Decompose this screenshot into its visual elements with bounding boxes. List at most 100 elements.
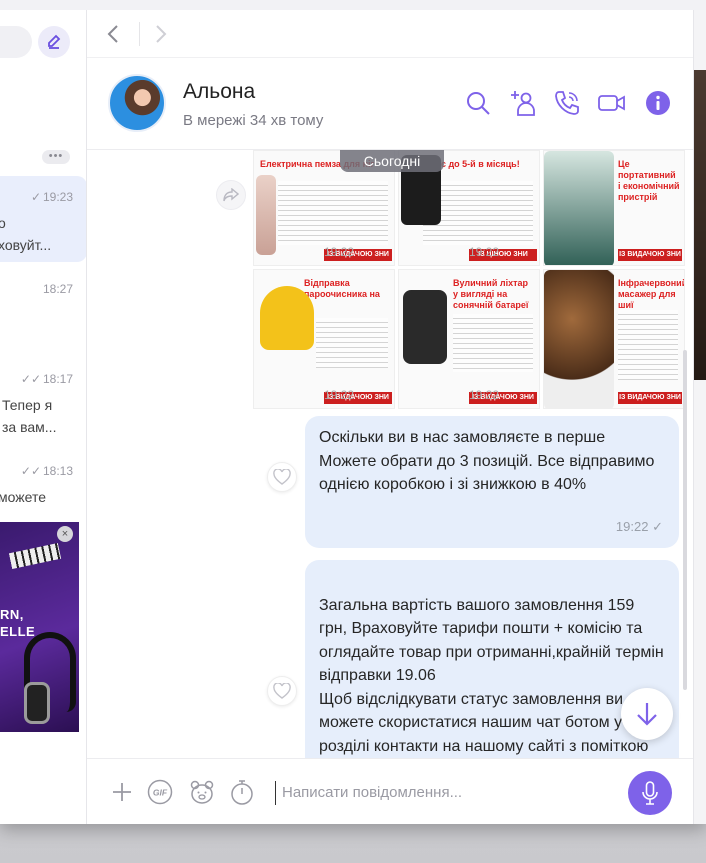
message-bubble[interactable]: Загальна вартість вашого замовлення 159 … xyxy=(305,560,679,758)
phone-icon xyxy=(555,91,579,115)
like-button[interactable] xyxy=(267,462,297,492)
chat-list-item[interactable]: ✓✓ 18:17 Тепер я за вам... xyxy=(0,360,86,446)
add-participant-button[interactable] xyxy=(508,88,538,118)
message-time-value: 19:22 xyxy=(615,518,649,534)
chat-list-item[interactable]: ✓ 19:23 о ховуйт... xyxy=(0,176,86,262)
heart-icon xyxy=(273,469,291,485)
chat-time: 19:23 xyxy=(42,190,73,204)
read-check-icon: ✓ xyxy=(30,190,41,204)
window-topbar xyxy=(0,0,706,10)
message-composer: GIF Написати повідомлення... xyxy=(87,758,693,824)
share-button[interactable] xyxy=(216,180,246,210)
tile-text-lines xyxy=(453,314,533,372)
image-tile[interactable]: Інфрачервоний масажер для шиї ІЗ ВИДАЧОЮ… xyxy=(543,269,685,409)
product-image xyxy=(260,286,314,350)
arrow-down-icon xyxy=(637,703,657,726)
timer-button[interactable] xyxy=(229,779,255,805)
image-time: 19:22 xyxy=(469,388,500,402)
search-button[interactable] xyxy=(463,88,493,118)
conversation-header: Альона В мережі 34 хв тому xyxy=(87,58,693,150)
tile-footer: ІЗ ВИДАЧОЮ ЗНИ xyxy=(618,392,682,404)
message-list[interactable]: Електрична пемза для ніг ІЗ ВИДАЧОЮ ЗНИ … xyxy=(87,150,693,758)
sticker-button[interactable] xyxy=(189,779,215,805)
close-icon[interactable]: × xyxy=(57,526,73,542)
edit-icon xyxy=(48,34,61,49)
side-photo xyxy=(694,70,706,380)
add-user-icon xyxy=(511,91,535,116)
message-time: 19:22 ✓ xyxy=(616,515,663,539)
info-button[interactable] xyxy=(643,88,673,118)
message-text: Оскільки ви в нас замовляєте в перше Мож… xyxy=(319,429,655,493)
side-panel-edge xyxy=(693,10,706,824)
tile-footer: ІЗ ВИДАЧОЮ ЗНИ xyxy=(618,249,682,261)
product-image xyxy=(544,270,614,408)
image-album[interactable]: Електрична пемза для ніг ІЗ ВИДАЧОЮ ЗНИ … xyxy=(253,150,685,409)
heart-icon xyxy=(273,683,291,699)
gif-icon: GIF xyxy=(147,779,173,805)
image-time: 19:22 xyxy=(324,388,355,402)
scrollbar[interactable] xyxy=(683,350,687,690)
tile-text-lines xyxy=(618,310,678,380)
tile-title: Це портативний і економічний пристрій xyxy=(618,159,680,202)
forward-button[interactable] xyxy=(149,22,173,46)
image-tile[interactable]: Вуличний ліхтар у вигляді на сонячній ба… xyxy=(398,269,540,409)
date-chip: Сьогодні xyxy=(340,150,444,172)
video-call-button[interactable] xyxy=(597,88,627,118)
tile-text-lines xyxy=(278,181,388,245)
more-button[interactable]: ••• xyxy=(42,150,70,164)
ad-banner[interactable]: RN, ELLE × xyxy=(0,522,79,732)
chat-time: 18:27 xyxy=(42,282,73,296)
chat-preview: можете xyxy=(0,489,46,505)
plus-icon xyxy=(113,783,131,801)
microphone-icon xyxy=(642,781,658,805)
read-check-icon: ✓✓ xyxy=(20,464,41,478)
read-check-icon: ✓✓ xyxy=(20,372,41,386)
voice-message-button[interactable] xyxy=(628,771,672,815)
info-icon xyxy=(646,91,670,115)
tile-title: Вуличний ліхтар у вигляді на сонячній ба… xyxy=(453,278,529,310)
chevron-right-icon xyxy=(156,25,167,43)
scroll-to-bottom-button[interactable] xyxy=(621,688,673,740)
chat-preview: Тепер я за вам... xyxy=(2,397,57,435)
chat-list-item[interactable]: ✓✓ 18:13 можете xyxy=(0,452,86,512)
timer-icon xyxy=(231,780,253,805)
tile-title: Відправка пароочисника на xyxy=(304,278,380,299)
conversation-panel: Альона В мережі 34 хв тому Електрична пе… xyxy=(87,10,693,824)
message-bubble[interactable]: Оскільки ви в нас замовляєте в перше Мож… xyxy=(305,416,679,548)
chat-time: 18:17 xyxy=(42,372,73,386)
search-input[interactable] xyxy=(0,26,32,58)
call-button[interactable] xyxy=(552,88,582,118)
product-image xyxy=(256,175,276,255)
back-button[interactable] xyxy=(101,22,125,46)
image-time: 19:22 xyxy=(324,245,355,259)
gif-button[interactable]: GIF xyxy=(147,779,173,805)
ad-text: RN, ELLE xyxy=(0,607,36,639)
attach-button[interactable] xyxy=(109,779,135,805)
like-button[interactable] xyxy=(267,676,297,706)
chat-list-item[interactable]: 18:27 xyxy=(0,268,86,348)
product-image xyxy=(544,151,614,265)
chat-preview: о ховуйт... xyxy=(0,215,52,253)
message-text: Загальна вартість вашого замовлення 159 … xyxy=(319,596,664,755)
avatar[interactable] xyxy=(108,74,166,132)
headphones-cup-graphic xyxy=(24,682,50,724)
search-icon xyxy=(467,92,490,115)
compose-button[interactable] xyxy=(38,26,70,58)
chat-list-panel: ••• ✓ 19:23 о ховуйт... 18:27 ✓✓ 18:17 Т… xyxy=(0,10,87,824)
share-icon xyxy=(223,188,239,202)
tile-title: Інфрачервоний масажер для шиї xyxy=(618,278,685,310)
contact-status: В мережі 34 хв тому xyxy=(183,112,324,129)
message-input[interactable]: Написати повідомлення... xyxy=(275,781,605,805)
video-icon xyxy=(598,95,625,111)
svg-text:GIF: GIF xyxy=(153,788,168,798)
bear-sticker-icon xyxy=(190,780,214,804)
contact-name[interactable]: Альона xyxy=(183,80,255,104)
keyboard-graphic xyxy=(8,542,62,570)
product-image xyxy=(403,290,447,364)
tile-text-lines xyxy=(316,318,388,368)
app-window: ••• ✓ 19:23 о ховуйт... 18:27 ✓✓ 18:17 Т… xyxy=(0,0,706,824)
nav-bar xyxy=(87,10,693,58)
image-tile[interactable]: Відправка пароочисника на ІЗ ВИДАЧОЮ ЗНИ… xyxy=(253,269,395,409)
image-tile[interactable]: Це портативний і економічний пристрій ІЗ… xyxy=(543,150,685,266)
nav-separator xyxy=(139,22,140,46)
